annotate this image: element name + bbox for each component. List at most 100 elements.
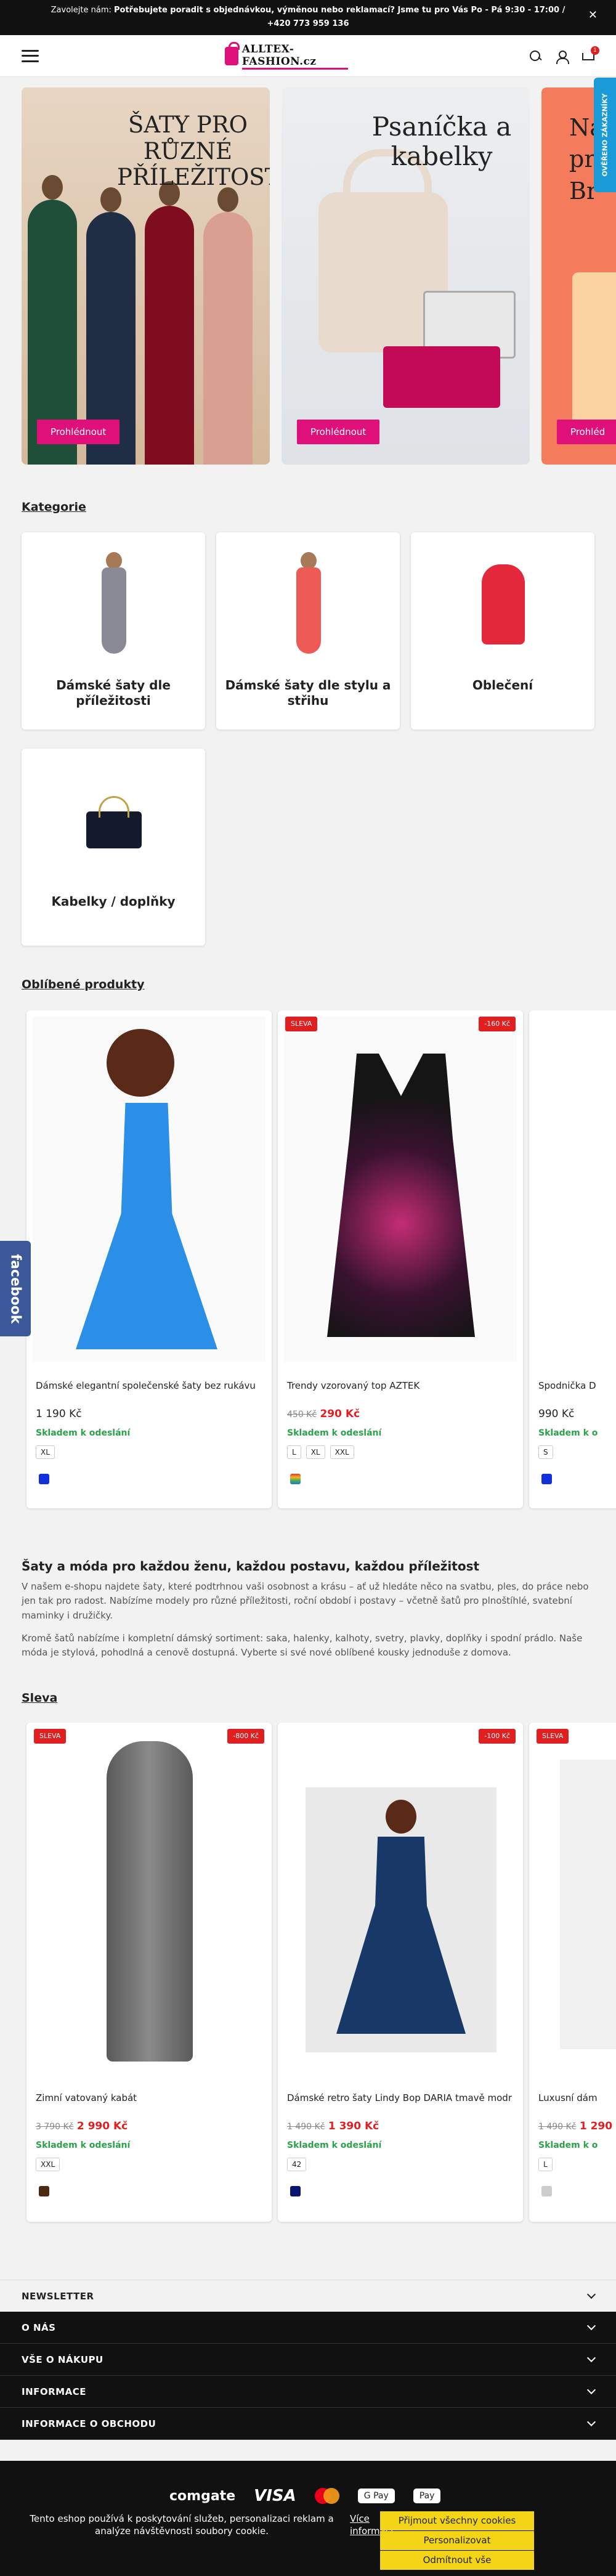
color-swatch[interactable] <box>541 2186 552 2196</box>
google-pay-logo: G Pay <box>357 2489 395 2503</box>
category-card[interactable]: Kabelky / doplňky <box>22 749 205 946</box>
category-name: Dámské šaty dle příležitosti <box>56 678 171 708</box>
color-swatch[interactable] <box>290 2186 301 2196</box>
product-name: Zimní vatovaný kabát <box>36 2092 137 2103</box>
size-option[interactable]: XL <box>306 1445 325 1459</box>
product-price: 3 790 Kč 2 990 Kč <box>36 2120 128 2132</box>
personalize-cookies-button[interactable]: Personalizovat <box>380 2531 534 2550</box>
chevron-down-icon <box>586 2385 596 2395</box>
product-price: 1 490 Kč 1 390 Kč <box>287 2120 379 2132</box>
accordion-info[interactable]: INFORMACE <box>0 2376 616 2408</box>
product-price: 1 190 Kč <box>36 1408 82 1420</box>
product-name: Luxusní dám <box>538 2092 598 2103</box>
product-card[interactable]: SLEVA -160 Kč Trendy vzorovaný top AZTEK… <box>278 1010 523 1508</box>
accordion-label: NEWSLETTER <box>22 2290 94 2302</box>
color-swatch[interactable] <box>290 1474 301 1484</box>
banner-button[interactable]: Prohlédnout <box>37 420 120 444</box>
accordion-label: VŠE O NÁKUPU <box>22 2354 103 2365</box>
reject-all-cookies-button[interactable]: Odmítnout vše <box>380 2551 534 2570</box>
popular-products-carousel: Dámské elegantní společenské šaty bez ru… <box>22 1010 616 1513</box>
stock-status: Skladem k odeslání <box>36 2140 131 2150</box>
size-list: 42 <box>287 2158 307 2171</box>
logo-text: ALLTEX-FASHION.cz <box>241 43 348 70</box>
banner-button[interactable]: Prohléd <box>557 420 616 444</box>
illustration-image <box>572 272 616 433</box>
category-image <box>476 546 531 663</box>
mastercard-icon <box>314 2488 339 2504</box>
product-card[interactable]: -100 Kč Dámské retro šaty Lindy Bop DARI… <box>278 1723 523 2222</box>
product-price: 450 Kč 290 Kč <box>287 1408 360 1420</box>
product-name: Trendy vzorovaný top AZTEK <box>287 1380 420 1391</box>
size-option[interactable]: XXL <box>36 2158 60 2171</box>
color-swatch[interactable] <box>39 1474 49 1484</box>
banner-handbags[interactable]: Psaníčka a kabelky Prohlédnout <box>282 87 530 465</box>
accordion-store-info[interactable]: INFORMACE O OBCHODU <box>0 2408 616 2440</box>
product-image <box>284 1017 517 1362</box>
accordion-label: O NÁS <box>22 2322 56 2333</box>
accordion-shopping[interactable]: VŠE O NÁKUPU <box>0 2344 616 2376</box>
category-card[interactable]: Dámské šaty dle příležitosti <box>22 532 205 729</box>
user-icon[interactable] <box>555 50 569 64</box>
site-header: ALLTEX-FASHION.cz 1 <box>0 35 616 77</box>
stock-status: Skladem k odeslání <box>36 1428 131 1438</box>
cookie-text: Tento eshop používá k poskytování služeb… <box>30 2513 334 2537</box>
cart-count-badge: 1 <box>591 46 599 55</box>
sale-products-carousel: SLEVA -800 Kč Zimní vatovaný kabát 3 790… <box>22 1723 616 2225</box>
category-name: Dámské šaty dle stylu a střihu <box>225 678 391 708</box>
size-list: S <box>538 1445 553 1459</box>
banner-dresses[interactable]: ŠATY PRO RŮZNÉ PŘÍLEŽITOSTI Prohlédnout <box>22 87 270 465</box>
search-icon[interactable] <box>529 50 543 63</box>
product-card[interactable]: Spodnička D 990 Kč Skladem k o S <box>529 1010 616 1508</box>
size-list: XL <box>36 1445 55 1459</box>
facebook-tab[interactable]: facebook <box>0 1241 31 1336</box>
sale-title[interactable]: Sleva <box>22 1691 57 1705</box>
about-paragraph: Kromě šatů nabízíme i kompletní dámský s… <box>22 1632 583 1658</box>
cart-icon[interactable]: 1 <box>581 46 599 63</box>
size-option[interactable]: XXL <box>330 1445 354 1459</box>
category-card[interactable]: Dámské šaty dle stylu a střihu <box>216 532 400 729</box>
popular-products-title[interactable]: Oblíbené produkty <box>22 978 145 991</box>
dress-image <box>203 212 253 465</box>
cookie-more-link[interactable]: Více informací <box>350 2513 393 2538</box>
verified-reviews-badge[interactable]: OVĚŘENO ZÁKAZNÍKY <box>594 78 616 192</box>
size-option[interactable]: L <box>287 1445 301 1459</box>
sale-badge: SLEVA <box>285 1017 318 1031</box>
product-image <box>535 1017 616 1362</box>
accordion-about[interactable]: O NÁS <box>0 2312 616 2344</box>
stock-status: Skladem k odeslání <box>287 1428 382 1438</box>
about-title: Šaty a móda pro každou ženu, každou post… <box>22 1559 480 1574</box>
clutch-image <box>383 346 500 408</box>
product-price: 1 490 Kč 1 290 <box>538 2120 613 2132</box>
category-name: Kabelky / doplňky <box>51 894 176 909</box>
color-swatch[interactable] <box>541 1474 552 1484</box>
categories-title[interactable]: Kategorie <box>22 500 86 514</box>
size-option[interactable]: S <box>538 1445 553 1459</box>
size-list: XXL <box>36 2158 60 2171</box>
product-card[interactable]: SLEVA Luxusní dám 1 490 Kč 1 290 Skladem… <box>529 1723 616 2222</box>
color-swatch[interactable] <box>39 2186 49 2196</box>
sale-badge: SLEVA <box>537 1729 569 1744</box>
stock-status: Skladem k odeslání <box>287 2140 382 2150</box>
product-card[interactable]: SLEVA -800 Kč Zimní vatovaný kabát 3 790… <box>26 1723 272 2222</box>
discount-badge: -160 Kč <box>479 1017 516 1031</box>
sale-badge: SLEVA <box>34 1729 67 1744</box>
newsletter-toggle[interactable]: NEWSLETTER <box>0 2280 616 2312</box>
size-option[interactable]: 42 <box>287 2158 307 2171</box>
product-name: Spodnička D <box>538 1380 596 1391</box>
size-option[interactable]: L <box>538 2158 553 2171</box>
about-paragraph: V našem e-shopu najdete šaty, které podt… <box>22 1581 589 1621</box>
discount-badge: -100 Kč <box>479 1729 516 1744</box>
category-image <box>86 546 142 663</box>
size-option[interactable]: XL <box>36 1445 55 1459</box>
accordion-label: INFORMACE <box>22 2386 86 2397</box>
discount-badge: -800 Kč <box>227 1729 264 1744</box>
menu-icon[interactable] <box>22 49 39 62</box>
accept-all-cookies-button[interactable]: Přijmout všechny cookies <box>380 2511 534 2530</box>
category-card[interactable]: Oblečení <box>411 532 594 729</box>
banner-button[interactable]: Prohlédnout <box>297 420 380 444</box>
banner-carousel: ŠATY PRO RŮZNÉ PŘÍLEŽITOSTI Prohlédnout … <box>22 87 616 465</box>
product-card[interactable]: Dámské elegantní společenské šaty bez ru… <box>26 1010 272 1508</box>
cookie-bar: Tento eshop používá k poskytování služeb… <box>0 2504 616 2576</box>
close-icon[interactable]: ✕ <box>588 9 598 22</box>
site-logo[interactable]: ALLTEX-FASHION.cz <box>225 42 348 70</box>
